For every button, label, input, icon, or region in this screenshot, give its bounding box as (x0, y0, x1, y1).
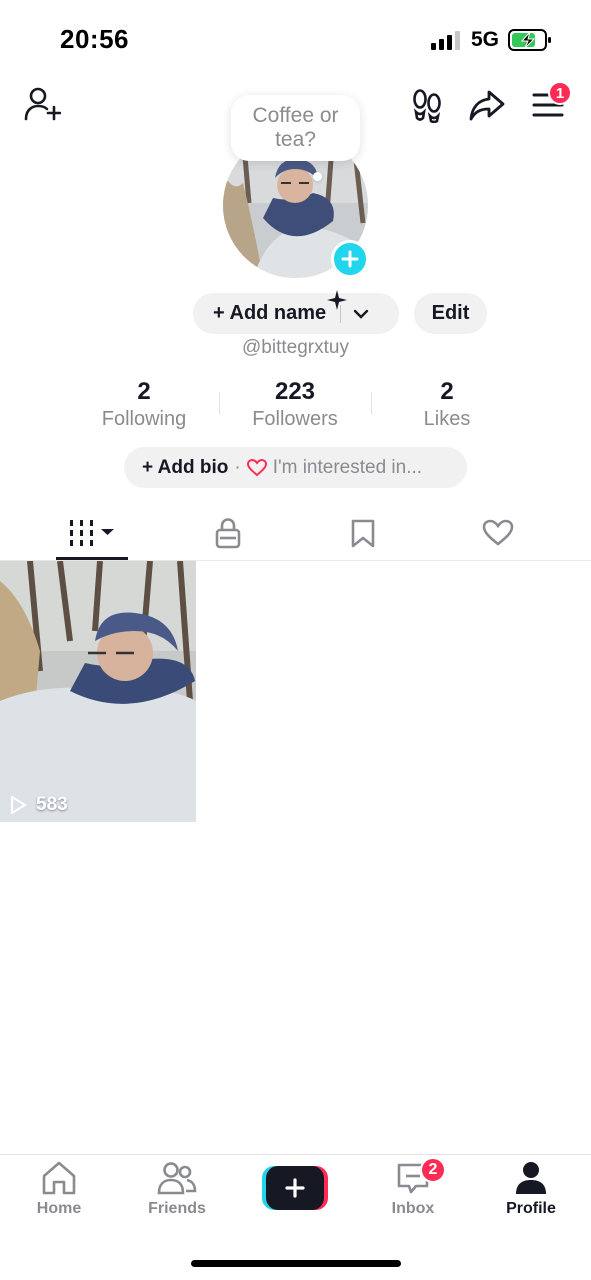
share-icon[interactable] (467, 85, 507, 125)
home-icon (42, 1161, 76, 1195)
video-thumbnail[interactable] (0, 561, 196, 822)
chevron-down-icon (353, 309, 369, 319)
username: @bittegrxtuy (242, 337, 349, 358)
home-indicator (191, 1260, 401, 1267)
cellular-signal-icon (431, 31, 460, 50)
separator: · (234, 456, 241, 478)
stat-label: Following (101, 408, 187, 430)
stat-followers[interactable]: 223 Followers (220, 378, 370, 431)
add-name-label: + Add name (213, 302, 327, 324)
stat-value: 2 (137, 378, 151, 405)
heart-icon (246, 458, 267, 476)
add-photo-button[interactable] (331, 240, 369, 278)
nav-label: Friends (148, 1200, 206, 1217)
nav-friends[interactable]: Friends (118, 1160, 236, 1228)
stat-value: 2 (440, 378, 454, 405)
add-bio-label: + Add bio (142, 456, 229, 478)
nav-home[interactable]: Home (0, 1160, 118, 1228)
status-time: 20:56 (60, 24, 129, 54)
add-name-button[interactable]: + Add name (193, 293, 399, 334)
inbox-notification-badge: 2 (420, 1157, 446, 1183)
video-view-count: 583 (8, 794, 68, 816)
create-button[interactable] (262, 1166, 328, 1210)
stat-value: 223 (274, 378, 316, 405)
plus-icon (285, 1178, 305, 1198)
status-bubble[interactable]: Coffee or tea? (231, 95, 360, 161)
nav-inbox[interactable]: Inbox (354, 1160, 472, 1228)
bubble-tail (313, 172, 322, 181)
add-friend-icon[interactable] (22, 84, 62, 124)
tab-saved[interactable] (290, 505, 436, 561)
views-text: 583 (36, 794, 68, 815)
profile-icon (516, 1162, 546, 1194)
stat-label: Followers (252, 408, 338, 430)
menu-notification-badge: 1 (548, 81, 572, 105)
nav-label: Home (36, 1200, 82, 1217)
nav-divider (0, 1154, 591, 1155)
nav-label: Profile (506, 1200, 556, 1217)
interest-label: I'm interested in... (272, 456, 423, 478)
sparkle-icon (327, 290, 347, 310)
stat-following[interactable]: 2 Following (69, 378, 219, 431)
tab-private[interactable] (155, 505, 301, 561)
grid-icon (70, 520, 114, 546)
stat-likes[interactable]: 2 Likes (372, 378, 522, 431)
footprints-icon[interactable] (407, 85, 447, 125)
friends-icon (157, 1162, 197, 1195)
add-bio-button[interactable]: + Add bio · I'm interested in... (124, 447, 467, 488)
stat-label: Likes (423, 408, 471, 430)
tab-videos[interactable] (20, 505, 166, 561)
nav-profile[interactable]: Profile (472, 1160, 590, 1228)
edit-profile-button[interactable]: Edit (414, 293, 487, 334)
nav-label: Inbox (391, 1200, 435, 1217)
play-icon (10, 795, 27, 815)
bookmark-icon (351, 519, 375, 548)
heart-outline-icon (482, 519, 514, 546)
battery-charging-icon (508, 29, 551, 51)
lock-icon (215, 518, 241, 549)
network-type: 5G (471, 28, 500, 51)
tab-liked[interactable] (425, 505, 571, 561)
